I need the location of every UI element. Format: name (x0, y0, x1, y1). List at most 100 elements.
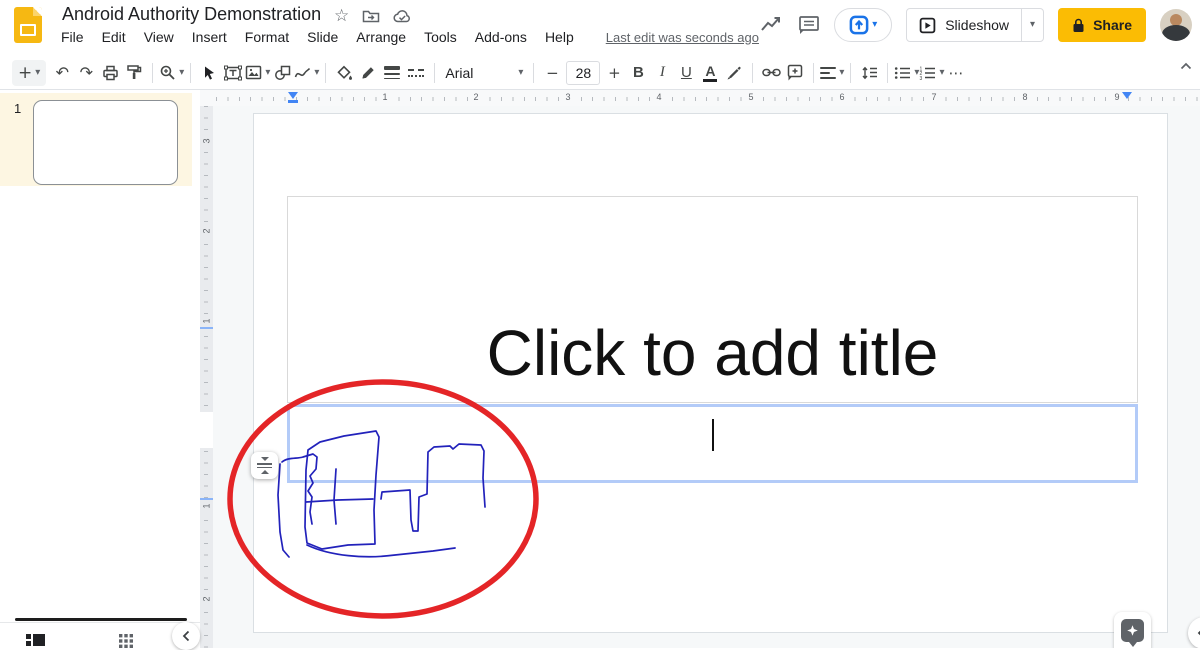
right-indent-marker[interactable] (1122, 92, 1132, 99)
explore-button[interactable] (1114, 612, 1151, 648)
present-dropdown-caret[interactable]: ▾ (872, 20, 877, 30)
vruler-selection-zone (200, 412, 213, 448)
vruler-num: 3 (201, 135, 212, 147)
zoom-caret[interactable]: ▾ (179, 67, 184, 78)
vruler-num: 2 (201, 593, 212, 605)
text-color-button[interactable]: A (698, 60, 722, 86)
insert-shape-button[interactable] (270, 60, 294, 86)
spacing-handle-widget[interactable] (251, 452, 278, 479)
menu-edit[interactable]: Edit (102, 29, 126, 45)
slides-logo-icon[interactable] (14, 7, 42, 43)
new-slide-button[interactable]: + ▾ (12, 59, 47, 86)
text-box-button[interactable] (221, 60, 245, 86)
hruler-num: 8 (1019, 92, 1031, 102)
vertical-ruler: 3 2 1 1 2 (200, 106, 213, 648)
highlight-color-button[interactable] (722, 60, 746, 86)
insert-image-button[interactable]: ▾ (245, 60, 270, 86)
hruler-num: 5 (745, 92, 757, 102)
menu-insert[interactable]: Insert (192, 29, 227, 45)
star-icon[interactable]: ☆ (334, 6, 349, 26)
undo-button[interactable]: ↶ (50, 60, 74, 86)
fill-color-button[interactable] (332, 60, 356, 86)
sparkle-icon (1127, 625, 1138, 636)
border-weight-button[interactable] (380, 60, 404, 86)
title-placeholder-text[interactable]: Click to add title (288, 316, 1137, 390)
paint-format-button[interactable] (122, 60, 146, 86)
slideshow-dropdown[interactable]: ▾ (1021, 9, 1043, 41)
svg-text:3: 3 (920, 75, 923, 79)
insights-icon[interactable] (760, 16, 784, 34)
font-size-input[interactable]: 28 (566, 60, 601, 85)
print-button[interactable] (98, 60, 122, 86)
font-family-value: Arial (445, 64, 474, 81)
logo-fold (33, 7, 42, 16)
hide-menus-button[interactable] (1180, 62, 1192, 70)
collapse-filmstrip-button[interactable] (172, 622, 200, 650)
document-title[interactable]: Android Authority Demonstration (62, 4, 321, 25)
filmstrip-selected-row[interactable]: 1 (0, 93, 192, 186)
last-edit-status[interactable]: Last edit was seconds ago (606, 30, 759, 45)
present-up-arrow-icon (849, 15, 869, 35)
menu-help[interactable]: Help (545, 29, 574, 45)
font-family-select[interactable]: Arial ▾ (441, 60, 527, 86)
add-comment-button[interactable] (783, 60, 807, 86)
share-label: Share (1093, 17, 1132, 33)
insert-line-button[interactable]: ▾ (294, 60, 319, 86)
bulleted-list-button[interactable]: ▾ (894, 60, 919, 86)
line-spacing-button[interactable] (857, 60, 881, 86)
left-indent-marker[interactable] (288, 92, 298, 103)
hruler-num: 9 (1111, 92, 1123, 102)
app-bar: Android Authority Demonstration ☆ File E… (0, 0, 1200, 56)
title-placeholder-box[interactable]: Click to add title (287, 196, 1138, 403)
line-caret[interactable]: ▾ (314, 67, 319, 78)
numbered-list-button[interactable]: 123 ▾ (919, 60, 945, 86)
present-to-meeting-button[interactable]: ▾ (834, 8, 893, 42)
menu-file[interactable]: File (61, 29, 84, 45)
align-button[interactable]: ▾ (820, 60, 844, 86)
vruler-num: 1 (201, 315, 212, 327)
decrease-font-button[interactable]: − (540, 60, 564, 86)
slide-number: 1 (14, 101, 22, 116)
vruler-num: 2 (201, 225, 212, 237)
increase-font-button[interactable]: + (602, 60, 626, 86)
hruler-num: 7 (928, 92, 940, 102)
move-folder-icon[interactable] (362, 8, 380, 24)
hruler-num: 1 (379, 92, 391, 102)
slideshow-button[interactable]: Slideshow ▾ (906, 8, 1045, 42)
menu-format[interactable]: Format (245, 29, 289, 45)
more-options-button[interactable]: ⋯ (944, 60, 968, 86)
align-caret[interactable]: ▾ (839, 67, 844, 78)
slide-canvas[interactable]: Click to add title (213, 106, 1200, 648)
bottom-divider (0, 622, 200, 623)
menu-arrange[interactable]: Arrange (356, 29, 406, 45)
hruler-num: 2 (470, 92, 482, 102)
toolbar: + ▾ ↶ ↷ ▾ ▾ ▾ Arial ▾ − 28 + B I U A ▾ ▾… (0, 56, 1200, 90)
menu-view[interactable]: View (144, 29, 174, 45)
zoom-button[interactable]: ▾ (159, 60, 184, 86)
cloud-status-icon[interactable] (393, 9, 412, 24)
ruler-ticks (216, 97, 1198, 101)
border-color-button[interactable] (356, 60, 380, 86)
menu-addons[interactable]: Add-ons (475, 29, 527, 45)
slide-thumbnail[interactable] (33, 100, 178, 185)
avatar[interactable] (1160, 9, 1192, 41)
menu-tools[interactable]: Tools (424, 29, 457, 45)
vruler-num: 1 (201, 500, 212, 512)
scroll-right-button[interactable] (1188, 617, 1200, 648)
share-button[interactable]: Share (1058, 8, 1146, 42)
menu-slide[interactable]: Slide (307, 29, 338, 45)
filmstrip-panel: 1 (0, 90, 200, 650)
new-slide-caret: ▾ (35, 66, 41, 78)
filmstrip-view-button[interactable] (26, 633, 46, 647)
redo-button[interactable]: ↷ (74, 60, 98, 86)
italic-button[interactable]: I (650, 60, 674, 86)
insert-link-button[interactable] (759, 60, 783, 86)
bold-button[interactable]: B (626, 60, 650, 86)
hruler-num: 3 (562, 92, 574, 102)
underline-button[interactable]: U (674, 60, 698, 86)
filmstrip-scrollbar[interactable] (15, 618, 187, 621)
grid-view-button[interactable] (119, 634, 133, 648)
comment-history-icon[interactable] (798, 15, 820, 35)
border-dash-button[interactable] (404, 60, 428, 86)
select-tool-button[interactable] (197, 60, 221, 86)
